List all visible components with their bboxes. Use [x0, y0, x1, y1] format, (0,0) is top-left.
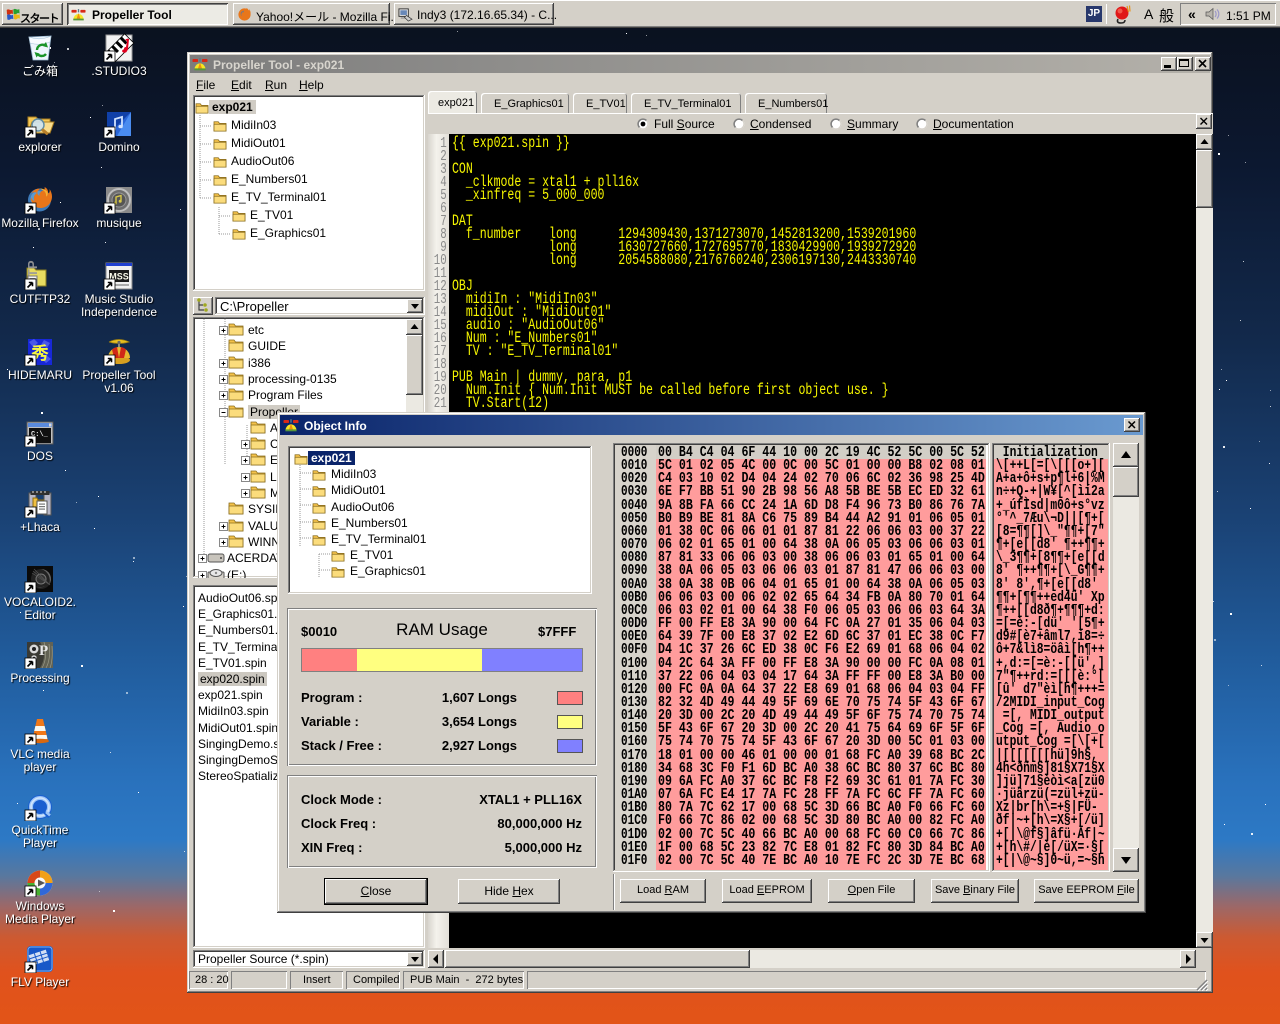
- svg-text:P: P: [39, 643, 48, 659]
